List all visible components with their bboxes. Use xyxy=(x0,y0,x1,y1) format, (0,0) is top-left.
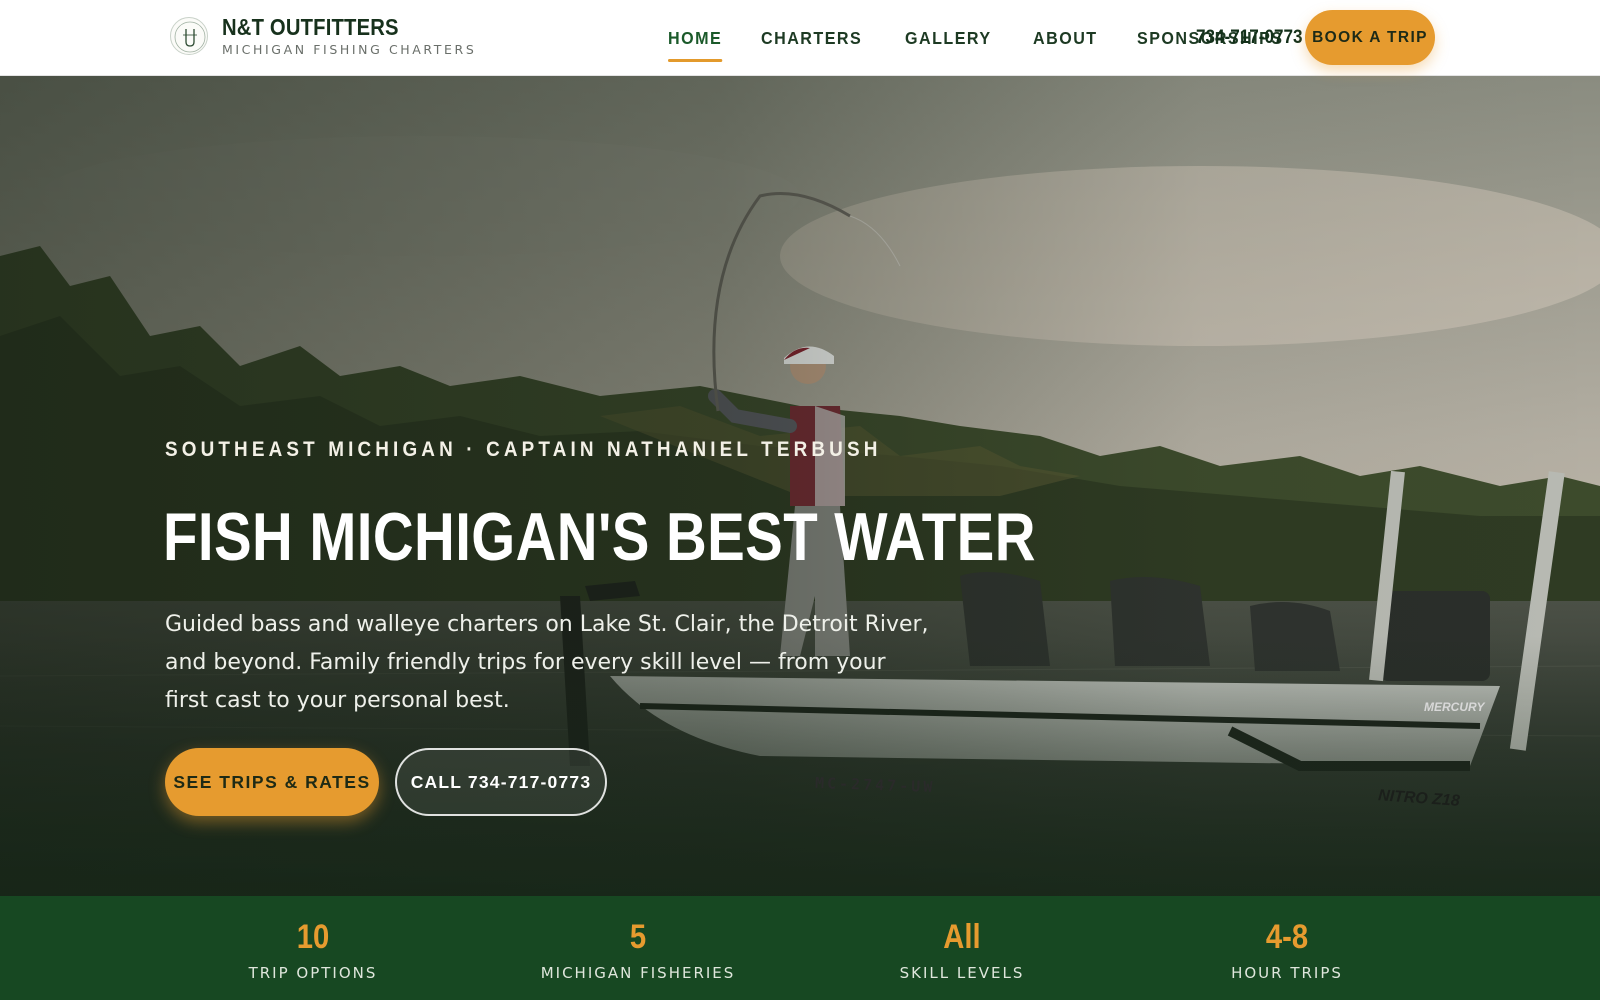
brand-tagline: MICHIGAN FISHING CHARTERS xyxy=(222,42,477,57)
stat-value: 5 xyxy=(629,918,647,956)
stat-label: HOUR TRIPS xyxy=(1231,964,1343,982)
nav-home[interactable]: HOME xyxy=(668,28,723,62)
stat-value: All xyxy=(943,918,981,956)
hero-eyebrow: SOUTHEAST MICHIGAN · CAPTAIN NATHANIEL T… xyxy=(165,438,882,461)
stat-hour-trips: 4-8 HOUR TRIPS xyxy=(1157,896,1417,1000)
nav-about[interactable]: ABOUT xyxy=(1033,28,1098,48)
stat-value: 10 xyxy=(296,918,330,956)
stat-skill-levels: All SKILL LEVELS xyxy=(832,896,1092,1000)
nav-charters[interactable]: CHARTERS xyxy=(761,28,862,48)
stat-label: MICHIGAN FISHERIES xyxy=(540,964,736,982)
motor-brand-text: MERCURY xyxy=(1424,700,1485,714)
stat-label: SKILL LEVELS xyxy=(899,964,1025,982)
header-phone-link[interactable]: 734-717-0773 xyxy=(1196,27,1302,49)
stat-michigan-fisheries: 5 MICHIGAN FISHERIES xyxy=(508,896,768,1000)
stat-label: TRIP OPTIONS xyxy=(248,964,378,982)
stat-trip-options: 10 TRIP OPTIONS xyxy=(183,896,443,1000)
stat-value: 4-8 xyxy=(1265,918,1309,956)
hero-headline: FISH MICHIGAN'S BEST WATER xyxy=(163,499,1036,575)
nav-gallery[interactable]: GALLERY xyxy=(905,28,992,48)
hero-description: Guided bass and walleye charters on Lake… xyxy=(165,612,929,713)
see-trips-rates-button[interactable]: SEE TRIPS & RATES xyxy=(165,748,379,816)
site-header: N&T OUTFITTERS MICHIGAN FISHING CHARTERS… xyxy=(0,0,1600,76)
hero-section: SOUTHEAST MICHIGAN · CAPTAIN NATHANIEL T… xyxy=(0,76,1600,896)
call-phone-button[interactable]: CALL 734-717-0773 xyxy=(395,748,607,816)
brand-home-link[interactable]: N&T OUTFITTERS MICHIGAN FISHING CHARTERS xyxy=(170,14,476,57)
hooks-logo-icon xyxy=(170,16,208,55)
stats-bar: 10 TRIP OPTIONS 5 MICHIGAN FISHERIES All… xyxy=(0,896,1600,1000)
brand-name: N&T OUTFITTERS xyxy=(222,14,399,40)
book-trip-button[interactable]: BOOK A TRIP xyxy=(1305,10,1435,65)
